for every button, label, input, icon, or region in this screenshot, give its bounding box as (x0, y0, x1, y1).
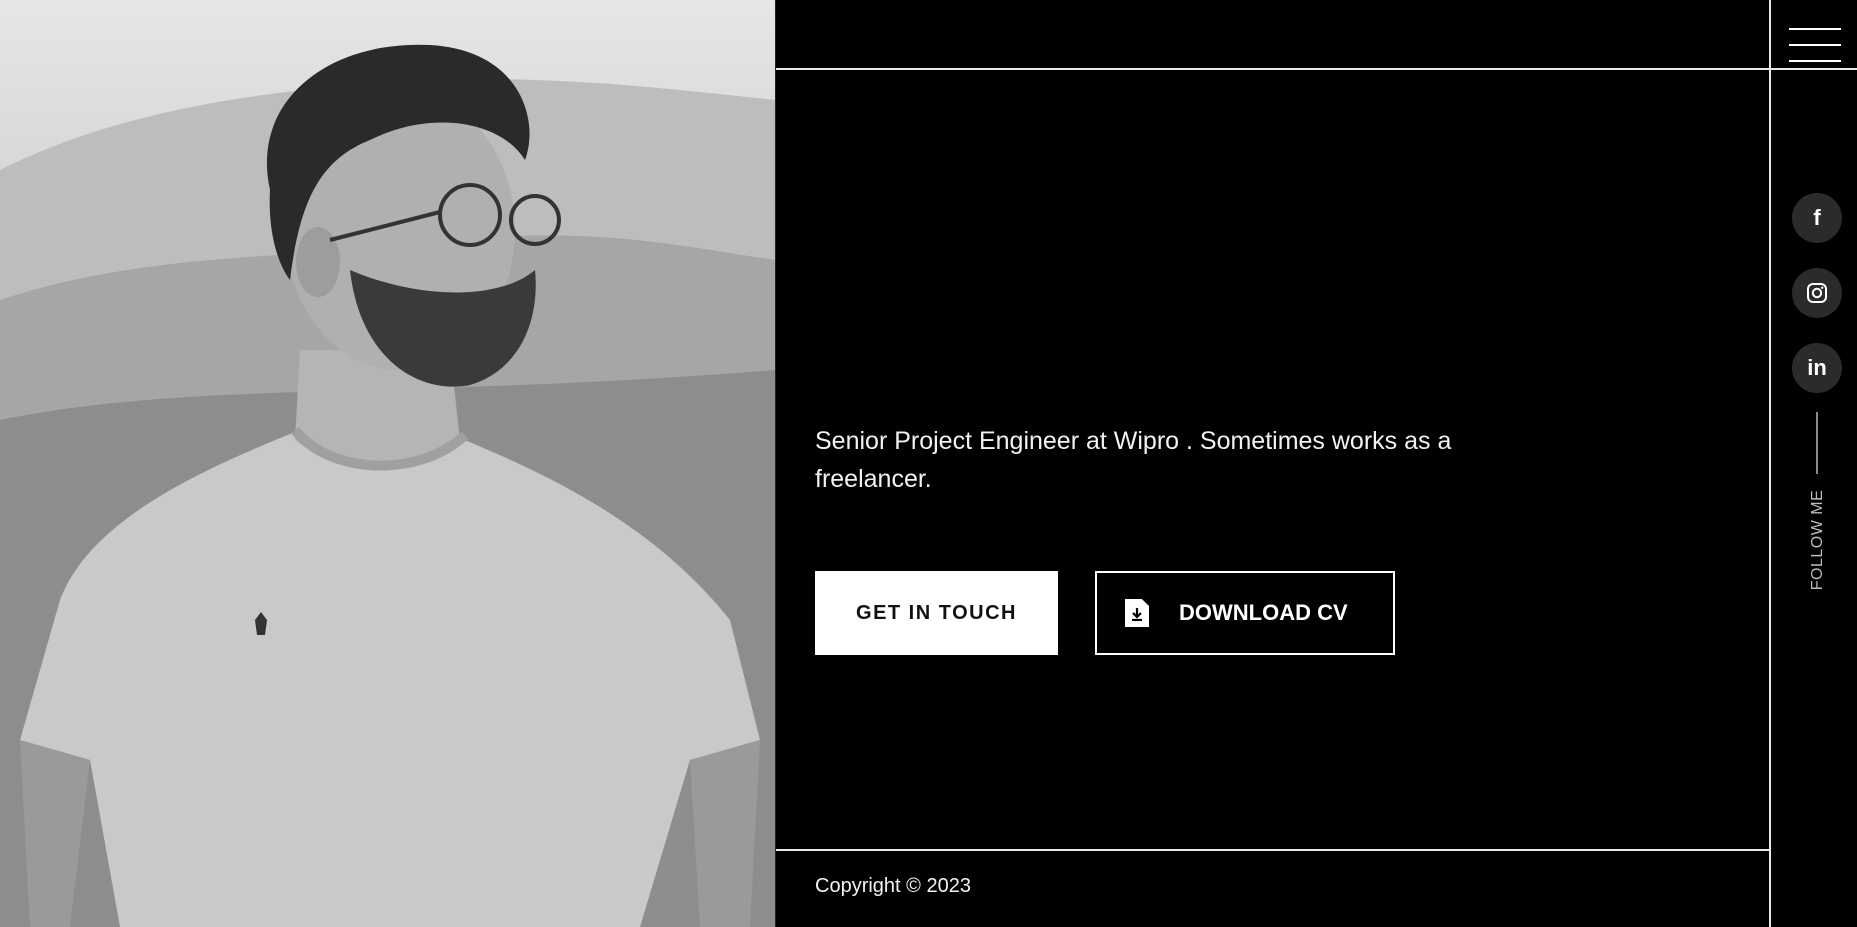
linkedin-icon[interactable]: in (1792, 343, 1842, 393)
profile-photo (0, 0, 776, 927)
facebook-glyph: f (1813, 205, 1821, 230)
download-cv-button[interactable]: DOWNLOAD CV (1095, 571, 1395, 655)
follow-divider (1816, 412, 1818, 474)
hamburger-menu-icon[interactable] (1789, 24, 1841, 66)
sidebar-divider (1769, 0, 1771, 927)
instagram-glyph (1807, 283, 1827, 303)
portrait-illustration (0, 44, 775, 927)
download-cv-label: DOWNLOAD CV (1179, 600, 1348, 625)
header-divider (776, 68, 1857, 70)
get-in-touch-button[interactable]: GET IN TOUCH (815, 571, 1058, 655)
copyright-text: Copyright © 2023 (815, 875, 971, 897)
follow-me-label: FOLLOW ME (1809, 489, 1826, 591)
instagram-icon[interactable] (1792, 268, 1842, 318)
linkedin-glyph: in (1807, 355, 1827, 380)
facebook-icon[interactable]: f (1792, 193, 1842, 243)
hero-tagline: Senior Project Engineer at Wipro . Somet… (815, 427, 1452, 493)
file-download-icon (1125, 599, 1149, 627)
footer-divider (776, 849, 1771, 851)
